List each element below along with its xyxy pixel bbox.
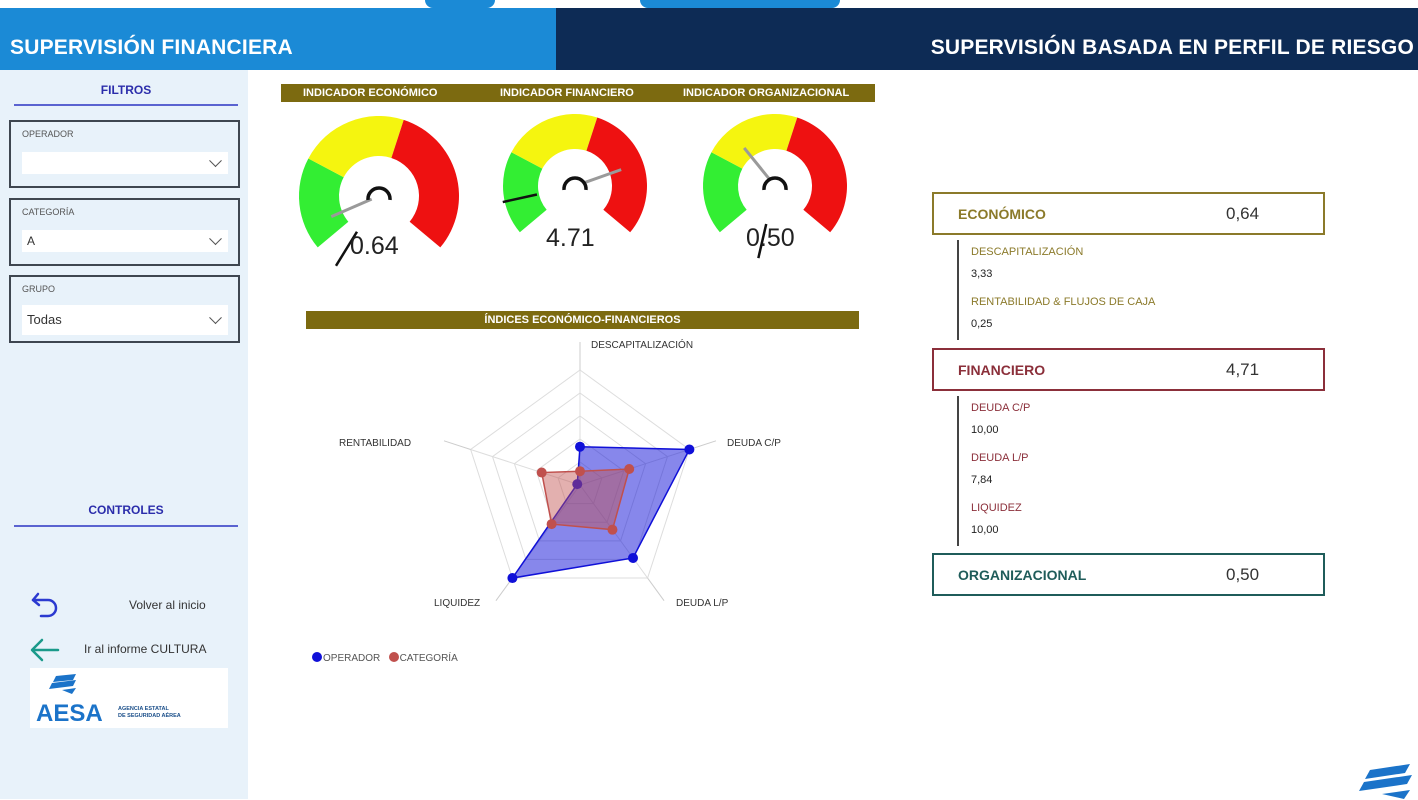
sub-indicator-label: RENTABILIDAD & FLUJOS DE CAJA (971, 296, 1156, 308)
radar-axis-label: DEUDA L/P (676, 598, 729, 609)
radar-data-point (575, 441, 585, 452)
radar-title-bar: ÍNDICES ECONÓMICO-FINANCIEROS (306, 311, 859, 329)
radar-data-point (627, 552, 638, 563)
gauge-hub (366, 186, 392, 201)
aesa-corner-logo-icon (1359, 764, 1412, 799)
gauge-value-organizacional: 0.50 (746, 224, 795, 252)
indicator-name: FINANCIERO (958, 362, 1046, 378)
indicator-card: FINANCIERO 4,71 (932, 348, 1325, 391)
legend-swatch (312, 652, 322, 662)
sub-indicator-value: 10,00 (971, 424, 999, 436)
gauge-value-financiero: 4.71 (546, 224, 595, 252)
indicator-name: ORGANIZACIONAL (958, 567, 1087, 583)
gauge-band-red (586, 117, 647, 233)
indicator-value: 4,71 (1226, 360, 1260, 379)
radar-data-point (624, 464, 635, 475)
radar-axis-label: DEUDA C/P (727, 438, 781, 449)
sub-indicator-value: 10,00 (971, 524, 999, 536)
sub-indicator-value: 7,84 (971, 474, 993, 486)
radar-data-point (607, 524, 618, 535)
legend-swatch (388, 652, 399, 662)
sub-indicator-label: LIQUIDEZ (971, 502, 1022, 514)
radar-data-point (575, 466, 585, 477)
gauge-hub (762, 176, 788, 191)
gauge-hub (562, 176, 588, 191)
radar-axis-label: DESCAPITALIZACIÓN (591, 340, 694, 351)
radar-data-point (546, 519, 557, 530)
sub-indicator-label: DEUDA C/P (971, 402, 1031, 414)
radar-data-point (536, 467, 547, 478)
radar-axis-label: RENTABILIDAD (339, 438, 412, 449)
radar-data-point (684, 444, 695, 455)
radar-data-point (507, 573, 518, 584)
radar-title: ÍNDICES ECONÓMICO-FINANCIEROS (484, 314, 681, 326)
indicator-value: 0,50 (1226, 565, 1260, 584)
indicator-sub-group: DEUDA C/P 10,00 DEUDA L/P 7,84 LIQUIDEZ 10,00 (957, 396, 1030, 546)
gauge-value-economico: 0.64 (350, 232, 399, 260)
gauge-band-red (391, 119, 459, 248)
sub-indicator-label: DESCAPITALIZACIÓN (971, 246, 1084, 258)
indicator-name: ECONÓMICO (958, 206, 1046, 222)
radar-chart (443, 342, 717, 601)
sub-indicator-value: 3,33 (971, 268, 993, 280)
radar-axis-label: LIQUIDEZ (434, 598, 481, 609)
sub-indicator-value: 0,25 (971, 318, 993, 330)
indicator-sub-group: DESCAPITALIZACIÓN 3,33 RENTABILIDAD & FLUJ… (957, 240, 1155, 340)
legend-label: OPERADOR (323, 653, 381, 664)
gauge-band-red (786, 117, 847, 233)
radar-legend: OPERADOR CATEGORÍA (312, 652, 458, 664)
indicator-card: ORGANIZACIONAL 0,50 (932, 553, 1325, 596)
indicator-value: 0,64 (1226, 204, 1260, 223)
indicator-card: ECONÓMICO 0,64 (932, 192, 1325, 235)
radar-leader-line (443, 440, 471, 450)
sub-indicator-label: DEUDA L/P (971, 452, 1029, 464)
legend-label: CATEGORÍA (399, 653, 458, 664)
radar-leader-line (647, 577, 665, 601)
